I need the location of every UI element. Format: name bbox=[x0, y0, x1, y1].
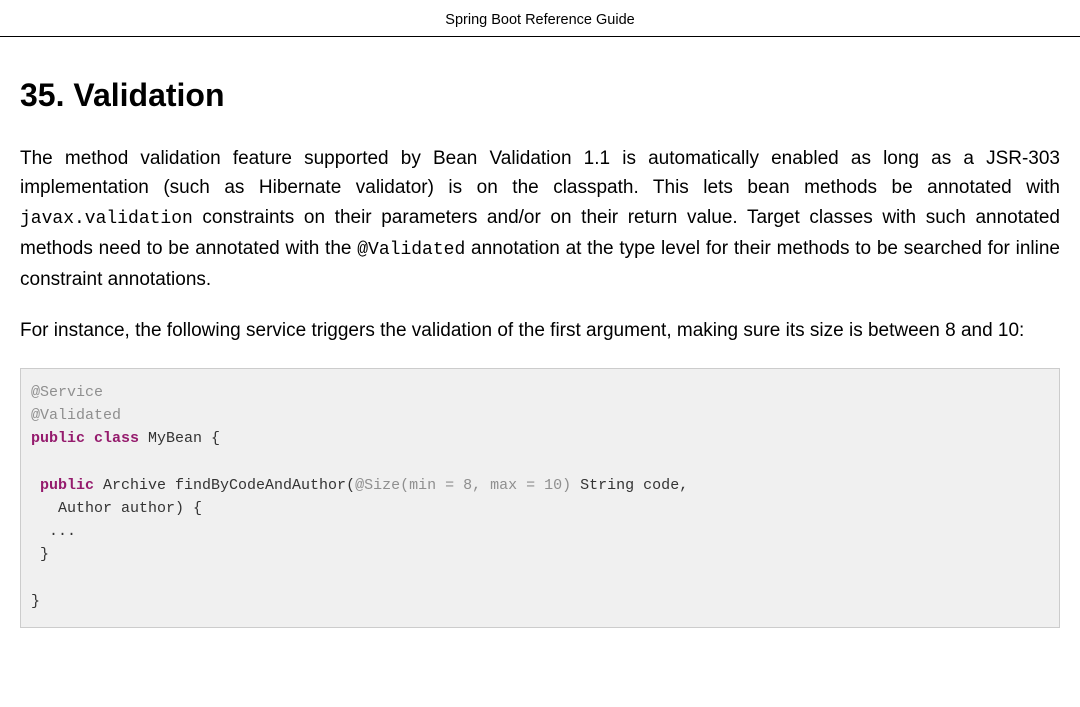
section-number: 35. bbox=[20, 77, 64, 113]
code-brace-close-inner: } bbox=[31, 546, 49, 563]
document-header: Spring Boot Reference Guide bbox=[0, 0, 1080, 37]
code-param-2-line: Author author) { bbox=[31, 500, 202, 517]
document-body: 35. Validation The method validation fea… bbox=[0, 37, 1080, 648]
code-param-1: String code, bbox=[571, 477, 688, 494]
section-title-text: Validation bbox=[73, 77, 224, 113]
code-keyword-public-2: public bbox=[31, 477, 94, 494]
code-size-args-2: , max = bbox=[472, 477, 544, 494]
code-min-value: 8 bbox=[463, 477, 472, 494]
code-annotation-validated: @Validated bbox=[31, 407, 121, 424]
paragraph-2: For instance, the following service trig… bbox=[20, 316, 1060, 345]
code-return-type: Archive bbox=[94, 477, 175, 494]
code-keyword-class: class bbox=[94, 430, 139, 447]
inline-code-validated-annotation: @Validated bbox=[357, 240, 465, 260]
code-paren-open: ( bbox=[346, 477, 355, 494]
inline-code-javax-validation: javax.validation bbox=[20, 209, 193, 229]
code-ellipsis: ... bbox=[31, 523, 76, 540]
code-size-args-1: (min = bbox=[400, 477, 463, 494]
code-size-args-3: ) bbox=[562, 477, 571, 494]
header-title: Spring Boot Reference Guide bbox=[445, 12, 634, 28]
code-example: @Service @Validated public class MyBean … bbox=[20, 368, 1060, 629]
p2-text: For instance, the following service trig… bbox=[20, 320, 1024, 341]
code-annotation-size: @Size bbox=[355, 477, 400, 494]
paragraph-1: The method validation feature supported … bbox=[20, 144, 1060, 294]
section-heading: 35. Validation bbox=[20, 77, 1060, 114]
code-brace-close-outer: } bbox=[31, 593, 40, 610]
code-max-value: 10 bbox=[544, 477, 562, 494]
code-method-name: findByCodeAndAuthor bbox=[175, 477, 346, 494]
code-annotation-service: @Service bbox=[31, 384, 103, 401]
code-class-decl: MyBean { bbox=[139, 430, 220, 447]
p1-text-1: The method validation feature supported … bbox=[20, 148, 1060, 198]
code-keyword-public: public bbox=[31, 430, 85, 447]
